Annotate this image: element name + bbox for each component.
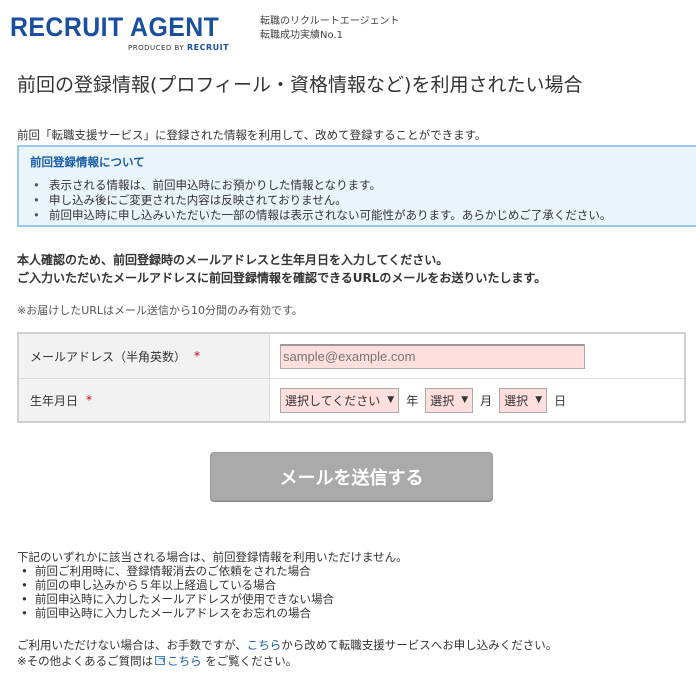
email-label: メールアドレス（半角英数） * bbox=[19, 334, 270, 378]
send-email-button[interactable]: メールを送信する bbox=[210, 452, 493, 501]
header-tagline: 転職のリクルートエージェント 転職成功実績No.1 bbox=[260, 15, 400, 43]
footer-line-1-pre: ご利用いただけない場合は、お手数ですが、 bbox=[17, 638, 247, 652]
birthdate-row: 生年月日 * 選択してください ▼ 年 選択 ▼ 月 選択 ▼ 日 bbox=[19, 378, 684, 421]
chevron-down-icon: ▼ bbox=[535, 395, 543, 405]
footer-notes: ご利用いただけない場合は、お手数ですが、こちらから改めて転職支援サービスへお申し… bbox=[17, 637, 557, 669]
list-item: 前回申込時に入力したメールアドレスをお忘れの場合 bbox=[17, 606, 408, 620]
page-title: 前回の登録情報(プロフィール・資格情報など)を利用されたい場合 bbox=[17, 74, 583, 96]
ineligible-list: 前回ご利用時に、登録情報消去のご依頼をされた場合 前回の申し込みから５年以上経過… bbox=[17, 564, 408, 620]
ineligible-conditions: 下記のいずれかに該当される場合は、前回登録情報を利用いただけません。 前回ご利用… bbox=[17, 550, 408, 620]
notice-box: 前回登録情報について 表示される情報は、前回申込時にお預かりした情報となります。… bbox=[17, 145, 696, 227]
year-select[interactable]: 選択してください ▼ bbox=[280, 387, 400, 413]
logo-produced-by: PRODUCED BY RECRUIT bbox=[128, 43, 229, 52]
tagline-line-2: 転職成功実績No.1 bbox=[260, 30, 343, 41]
list-item: 前回の申し込みから５年以上経過している場合 bbox=[17, 578, 408, 592]
email-input[interactable] bbox=[280, 343, 585, 369]
notice-title: 前回登録情報について bbox=[30, 155, 145, 169]
reapply-link[interactable]: こちら bbox=[247, 638, 282, 652]
email-row: メールアドレス（半角英数） * bbox=[19, 334, 684, 378]
footer-line-1: ご利用いただけない場合は、お手数ですが、こちらから改めて転職支援サービスへお申し… bbox=[17, 637, 557, 653]
tagline-line-1: 転職のリクルートエージェント bbox=[260, 16, 400, 27]
list-item: 前回ご利用時に、登録情報消去のご依頼をされた場合 bbox=[17, 564, 408, 578]
required-mark: * bbox=[86, 393, 93, 407]
month-select-value: 選択 bbox=[430, 393, 455, 408]
confirm-line-2: ご入力いただいたメールアドレスに前回登録情報を確認できるURLのメールをお送りい… bbox=[17, 271, 547, 285]
day-select-value: 選択 bbox=[504, 393, 529, 408]
birthdate-label: 生年月日 * bbox=[19, 379, 270, 421]
year-unit: 年 bbox=[406, 393, 419, 408]
birthdate-label-text: 生年月日 bbox=[30, 393, 79, 408]
notice-list: 表示される情報は、前回申込時にお預かりした情報となります。 申し込み後にご変更さ… bbox=[31, 178, 611, 223]
footer-line-2-post: をご覧ください。 bbox=[205, 654, 298, 668]
day-unit: 日 bbox=[554, 393, 567, 408]
notice-item-continued: 申し込み後にご変更された内容は反映されておりません。 bbox=[31, 193, 611, 208]
month-select[interactable]: 選択 ▼ bbox=[425, 387, 474, 413]
day-select[interactable]: 選択 ▼ bbox=[499, 387, 548, 413]
chevron-down-icon: ▼ bbox=[387, 395, 395, 405]
recruit-agent-logo[interactable]: RECRUIT AGENT bbox=[10, 12, 219, 43]
footer-line-2-pre: ※その他よくあるご質問は bbox=[17, 654, 154, 668]
external-window-icon bbox=[155, 656, 166, 665]
footer-line-1-post: から改めて転職支援サービスへお申し込みください。 bbox=[281, 638, 558, 652]
logo-brand-text: RECRUIT bbox=[186, 43, 230, 52]
month-unit: 月 bbox=[480, 393, 493, 408]
confirm-line-1: 本人確認のため、前回登録時のメールアドレスと生年月日を入力してください。 bbox=[17, 253, 449, 267]
notice-item: 表示される情報は、前回申込時にお預かりした情報となります。 bbox=[31, 178, 611, 193]
faq-link[interactable]: こちら bbox=[167, 654, 202, 668]
intro-text: 前回「転職支援サービス」に登録された情報を利用して、改めて登録することができます… bbox=[17, 128, 487, 142]
birthdate-value-cell: 選択してください ▼ 年 選択 ▼ 月 選択 ▼ 日 bbox=[270, 379, 684, 421]
list-item: 前回申込時に入力したメールアドレスが使用できない場合 bbox=[17, 592, 408, 606]
notice-item: 前回申込時に申し込みいただいた一部の情報は表示されない可能性があります。あらかじ… bbox=[31, 208, 611, 223]
email-value-cell bbox=[270, 334, 684, 378]
year-select-value: 選択してください bbox=[285, 393, 381, 408]
confirm-instructions: 本人確認のため、前回登録時のメールアドレスと生年月日を入力してください。 ご入力… bbox=[17, 251, 546, 287]
site-header: RECRUIT AGENT PRODUCED BY RECRUIT 転職のリクル… bbox=[0, 0, 696, 60]
footer-line-2: ※その他よくあるご質問は こちら をご覧ください。 bbox=[17, 653, 557, 669]
chevron-down-icon: ▼ bbox=[461, 395, 469, 405]
required-mark: * bbox=[194, 349, 201, 363]
ineligible-intro: 下記のいずれかに該当される場合は、前回登録情報を利用いただけません。 bbox=[17, 550, 408, 564]
email-label-text: メールアドレス（半角英数） bbox=[30, 349, 187, 364]
login-form: メールアドレス（半角英数） * 生年月日 * 選択してください ▼ 年 選択 ▼… bbox=[17, 332, 686, 423]
logo-produced-by-text: PRODUCED BY bbox=[128, 44, 185, 52]
url-validity-note: ※お届けしたURLはメール送信から10分間のみ有効です。 bbox=[17, 304, 303, 317]
